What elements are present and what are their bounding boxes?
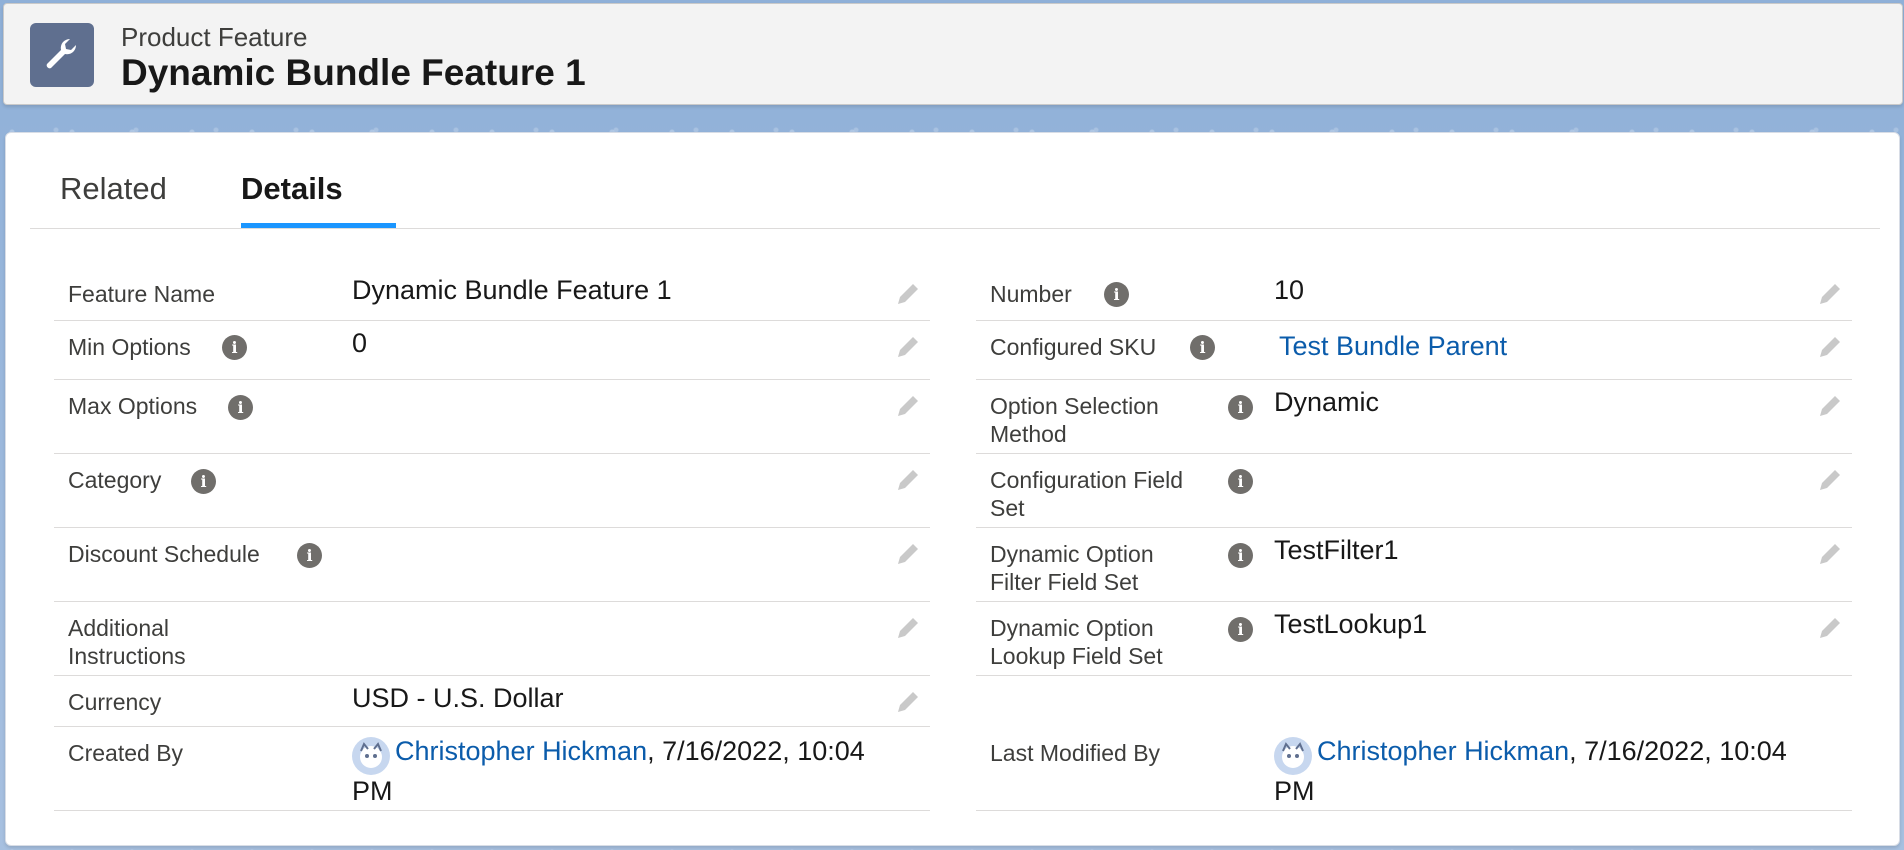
field-currency: Currency USD - U.S. Dollar bbox=[54, 676, 930, 727]
edit-pencil-icon[interactable] bbox=[1816, 466, 1844, 494]
edit-pencil-icon[interactable] bbox=[1816, 392, 1844, 420]
info-icon[interactable]: i bbox=[1190, 335, 1215, 360]
field-configured-sku: Configured SKU i Test Bundle Parent bbox=[976, 321, 1852, 380]
field-value: Christopher Hickman, 7/16/2022, 10:04 PM bbox=[1274, 731, 1844, 811]
info-icon[interactable]: i bbox=[1228, 543, 1253, 568]
edit-pencil-icon[interactable] bbox=[894, 614, 922, 642]
field-label: Option Selection Method bbox=[990, 393, 1159, 447]
created-datetime: , 7/16/2022, 10:04 bbox=[647, 736, 865, 766]
field-category: Category i bbox=[54, 454, 930, 528]
info-icon[interactable]: i bbox=[222, 335, 247, 360]
edit-pencil-icon[interactable] bbox=[1816, 540, 1844, 568]
edit-pencil-icon[interactable] bbox=[894, 540, 922, 568]
info-icon[interactable]: i bbox=[1228, 617, 1253, 642]
info-icon[interactable]: i bbox=[297, 543, 322, 568]
wrench-icon bbox=[30, 23, 94, 87]
field-number: Number i 10 bbox=[976, 268, 1852, 321]
field-label: Created By bbox=[68, 740, 184, 766]
field-label: Feature Name bbox=[68, 281, 216, 307]
created-by-user-link[interactable]: Christopher Hickman bbox=[395, 736, 647, 766]
field-label: Max Options bbox=[68, 393, 198, 419]
field-value: USD - U.S. Dollar bbox=[352, 683, 564, 713]
field-label: Currency bbox=[68, 689, 162, 715]
record-detail-card: Related Details Feature Name Dynamic Bun… bbox=[5, 132, 1900, 846]
field-value: 10 bbox=[1274, 275, 1305, 305]
tab-details[interactable]: Details bbox=[241, 171, 343, 207]
field-label: Configuration Field Set bbox=[990, 467, 1184, 521]
edit-pencil-icon[interactable] bbox=[894, 333, 922, 361]
field-value: 0 bbox=[352, 328, 368, 358]
record-title: Dynamic Bundle Feature 1 bbox=[121, 52, 586, 93]
configured-sku-link[interactable]: Test Bundle Parent bbox=[1279, 326, 1507, 366]
field-label: Discount Schedule bbox=[68, 541, 260, 567]
info-icon[interactable]: i bbox=[1104, 282, 1129, 307]
field-value: Christopher Hickman, 7/16/2022, 10:04 PM bbox=[352, 731, 922, 811]
field-label: Dynamic Option Filter Field Set bbox=[990, 541, 1154, 595]
field-label: Min Options bbox=[68, 334, 191, 360]
field-label: Category bbox=[68, 467, 162, 493]
field-discount-schedule: Discount Schedule i bbox=[54, 528, 930, 602]
field-label: Configured SKU bbox=[990, 334, 1157, 360]
field-dynamic-option-filter-field-set: Dynamic Option Filter Field Set i TestFi… bbox=[976, 528, 1852, 602]
field-additional-instructions: Additional Instructions bbox=[54, 602, 930, 676]
modified-datetime: , 7/16/2022, 10:04 bbox=[1569, 736, 1787, 766]
field-configuration-field-set: Configuration Field Set i bbox=[976, 454, 1852, 528]
edit-pencil-icon[interactable] bbox=[1816, 333, 1844, 361]
edit-pencil-icon[interactable] bbox=[1816, 614, 1844, 642]
edit-pencil-icon[interactable] bbox=[894, 688, 922, 716]
field-max-options: Max Options i bbox=[54, 380, 930, 454]
modified-datetime-cont: PM bbox=[1274, 776, 1315, 806]
edit-pencil-icon[interactable] bbox=[1816, 280, 1844, 308]
field-feature-name: Feature Name Dynamic Bundle Feature 1 bbox=[54, 268, 930, 321]
object-label: Product Feature bbox=[121, 22, 308, 52]
field-min-options: Min Options i 0 bbox=[54, 321, 930, 380]
record-header: Product Feature Dynamic Bundle Feature 1 bbox=[3, 3, 1903, 105]
field-value: TestLookup1 bbox=[1274, 609, 1428, 639]
info-icon[interactable]: i bbox=[1228, 469, 1253, 494]
tab-related[interactable]: Related bbox=[60, 171, 167, 207]
edit-pencil-icon[interactable] bbox=[894, 466, 922, 494]
field-option-selection-method: Option Selection Method i Dynamic bbox=[976, 380, 1852, 454]
tab-bar: Related Details bbox=[30, 133, 1880, 229]
field-value: Dynamic bbox=[1274, 387, 1380, 417]
field-label: Last Modified By bbox=[990, 740, 1161, 766]
edit-pencil-icon[interactable] bbox=[894, 280, 922, 308]
active-tab-indicator bbox=[241, 223, 396, 228]
info-icon[interactable]: i bbox=[1228, 395, 1253, 420]
info-icon[interactable]: i bbox=[191, 469, 216, 494]
field-value: Dynamic Bundle Feature 1 bbox=[352, 275, 672, 305]
field-label: Dynamic Option Lookup Field Set bbox=[990, 615, 1163, 669]
modified-by-user-link[interactable]: Christopher Hickman bbox=[1317, 736, 1569, 766]
field-label: Additional Instructions bbox=[68, 615, 186, 669]
field-created-by: Created By Christopher Hickman, 7/16/202… bbox=[54, 727, 930, 811]
info-icon[interactable]: i bbox=[228, 395, 253, 420]
field-value: TestFilter1 bbox=[1274, 535, 1399, 565]
edit-pencil-icon[interactable] bbox=[894, 392, 922, 420]
field-last-modified-by: Last Modified By Christopher Hickman, 7/… bbox=[976, 727, 1852, 811]
field-dynamic-option-lookup-field-set: Dynamic Option Lookup Field Set i TestLo… bbox=[976, 602, 1852, 676]
field-label: Number bbox=[990, 281, 1072, 307]
created-datetime-cont: PM bbox=[352, 776, 393, 806]
